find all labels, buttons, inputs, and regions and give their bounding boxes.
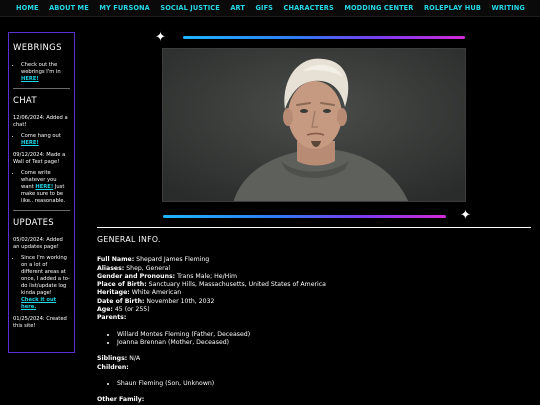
dob-row: Date of Birth: November 10th, 2032 [97, 298, 527, 306]
age-row: Age: 45 (or 255) [97, 306, 527, 314]
birthplace-value: Sanctuary Hills, Massachusetts, United S… [148, 281, 326, 289]
nav-gifs[interactable]: GIFS [256, 4, 274, 12]
wall-of-text-item: Come write whatever you want HERE! Just … [21, 170, 70, 205]
nav-social-justice[interactable]: SOCIAL JUSTICE [160, 4, 220, 12]
parents-label: Parents: [97, 314, 127, 322]
updates-list: Since I'm working on a lot of different … [13, 255, 70, 311]
aliases-value: Shep, General [126, 264, 171, 272]
children-row: Children: [97, 364, 527, 372]
chat-list: Come hang out HERE! [13, 133, 70, 147]
wall-of-text-list: Come write whatever you want HERE! Just … [13, 170, 70, 205]
full-name-label: Full Name: [97, 256, 135, 264]
heritage-label: Heritage: [97, 289, 130, 297]
webrings-link[interactable]: HERE! [21, 76, 39, 82]
age-label: Age: [97, 306, 113, 314]
gender-value: Trans Male; He/Him [177, 272, 238, 280]
webrings-item-text: Check out the webrings I'm in [21, 62, 61, 75]
top-navigation: HOME ABOUT ME MY FURSONA SOCIAL JUSTICE … [0, 0, 540, 17]
updates-link[interactable]: Check it out here. [21, 297, 56, 310]
birthplace-label: Place of Birth: [97, 281, 147, 289]
gender-label: Gender and Pronouns: [97, 272, 176, 280]
sidebar-divider [13, 88, 70, 89]
other-family-label: Other Family: [97, 396, 145, 404]
nav-home[interactable]: HOME [16, 4, 39, 12]
heritage-value: White American [131, 289, 182, 297]
siblings-row: Siblings: N/A [97, 355, 527, 363]
chat-heading: CHAT [13, 96, 37, 106]
section-heading: GENERAL INFO. [97, 235, 161, 244]
section-divider [97, 227, 531, 228]
wall-of-text-link[interactable]: HERE! [35, 184, 53, 190]
webrings-heading: WEBRINGS [13, 43, 62, 53]
nav-writing[interactable]: WRITING [492, 4, 525, 12]
full-name-row: Full Name: Shepard James Fleming [97, 256, 527, 264]
parents-row: Parents: [97, 314, 527, 322]
gender-row: Gender and Pronouns: Trans Male; He/Him [97, 273, 527, 281]
nav-modding-center[interactable]: MODDING CENTER [344, 4, 413, 12]
bottom-gradient-bar [163, 215, 446, 218]
nav-my-fursona[interactable]: MY FURSONA [99, 4, 150, 12]
nav-about-me[interactable]: ABOUT ME [49, 4, 89, 12]
updates-item-text: Since I'm working on a lot of different … [21, 255, 70, 296]
sparkle-icon: ✦ [460, 208, 471, 223]
siblings-label: Siblings: [97, 355, 128, 363]
birthplace-row: Place of Birth: Sanctuary Hills, Massach… [97, 281, 527, 289]
general-info-section: GENERAL INFO. Full Name: Shepard James F… [97, 235, 527, 404]
children-label: Children: [97, 363, 129, 371]
list-item: Shaun Fleming (Son, Unknown) [117, 380, 527, 388]
aliases-label: Aliases: [97, 264, 125, 272]
dob-label: Date of Birth: [97, 297, 145, 305]
character-portrait-image [163, 49, 465, 201]
siblings-value: N/A [129, 355, 141, 363]
top-gradient-bar [183, 36, 465, 39]
nav-roleplay-hub[interactable]: ROLEPLAY HUB [424, 4, 481, 12]
children-list: Shaun Fleming (Son, Unknown) [97, 380, 527, 388]
updates-heading: UPDATES [13, 218, 54, 228]
chat-item-text: Come hang out [21, 133, 61, 139]
age-value: 45 (or 255) [114, 306, 150, 314]
sidebar: WEBRINGS Check out the webrings I'm in H… [8, 32, 75, 353]
full-name-value: Shepard James Fleming [136, 256, 210, 264]
aliases-row: Aliases: Shep, General [97, 265, 527, 273]
site-created-entry: 01/25/2024: Created this site! [13, 316, 67, 329]
updates-entry: 05/02/2024: Added an updates page! [13, 237, 63, 250]
other-family-row: Other Family: [97, 396, 527, 404]
wall-of-text-entry: 09/12/2024: Made a Wall of Text page! [13, 152, 66, 165]
chat-update-entry: 12/06/2024: Added a chat! [13, 115, 68, 128]
nav-characters[interactable]: CHARACTERS [284, 4, 334, 12]
nav-art[interactable]: ART [230, 4, 245, 12]
dob-value: November 10th, 2032 [146, 297, 215, 305]
sparkle-icon: ✦ [155, 30, 166, 45]
updates-item: Since I'm working on a lot of different … [21, 255, 70, 311]
sidebar-divider [13, 210, 70, 211]
list-item: Willard Montes Fleming (Father, Deceased… [117, 331, 527, 339]
chat-item: Come hang out HERE! [21, 133, 70, 147]
list-item: Joanna Brennan (Mother, Deceased) [117, 339, 527, 347]
chat-link[interactable]: HERE! [21, 140, 39, 146]
parents-list: Willard Montes Fleming (Father, Deceased… [97, 331, 527, 348]
character-portrait [162, 48, 466, 202]
heritage-row: Heritage: White American [97, 289, 527, 297]
webrings-list: Check out the webrings I'm in HERE! [13, 62, 70, 83]
webrings-item: Check out the webrings I'm in HERE! [21, 62, 70, 83]
